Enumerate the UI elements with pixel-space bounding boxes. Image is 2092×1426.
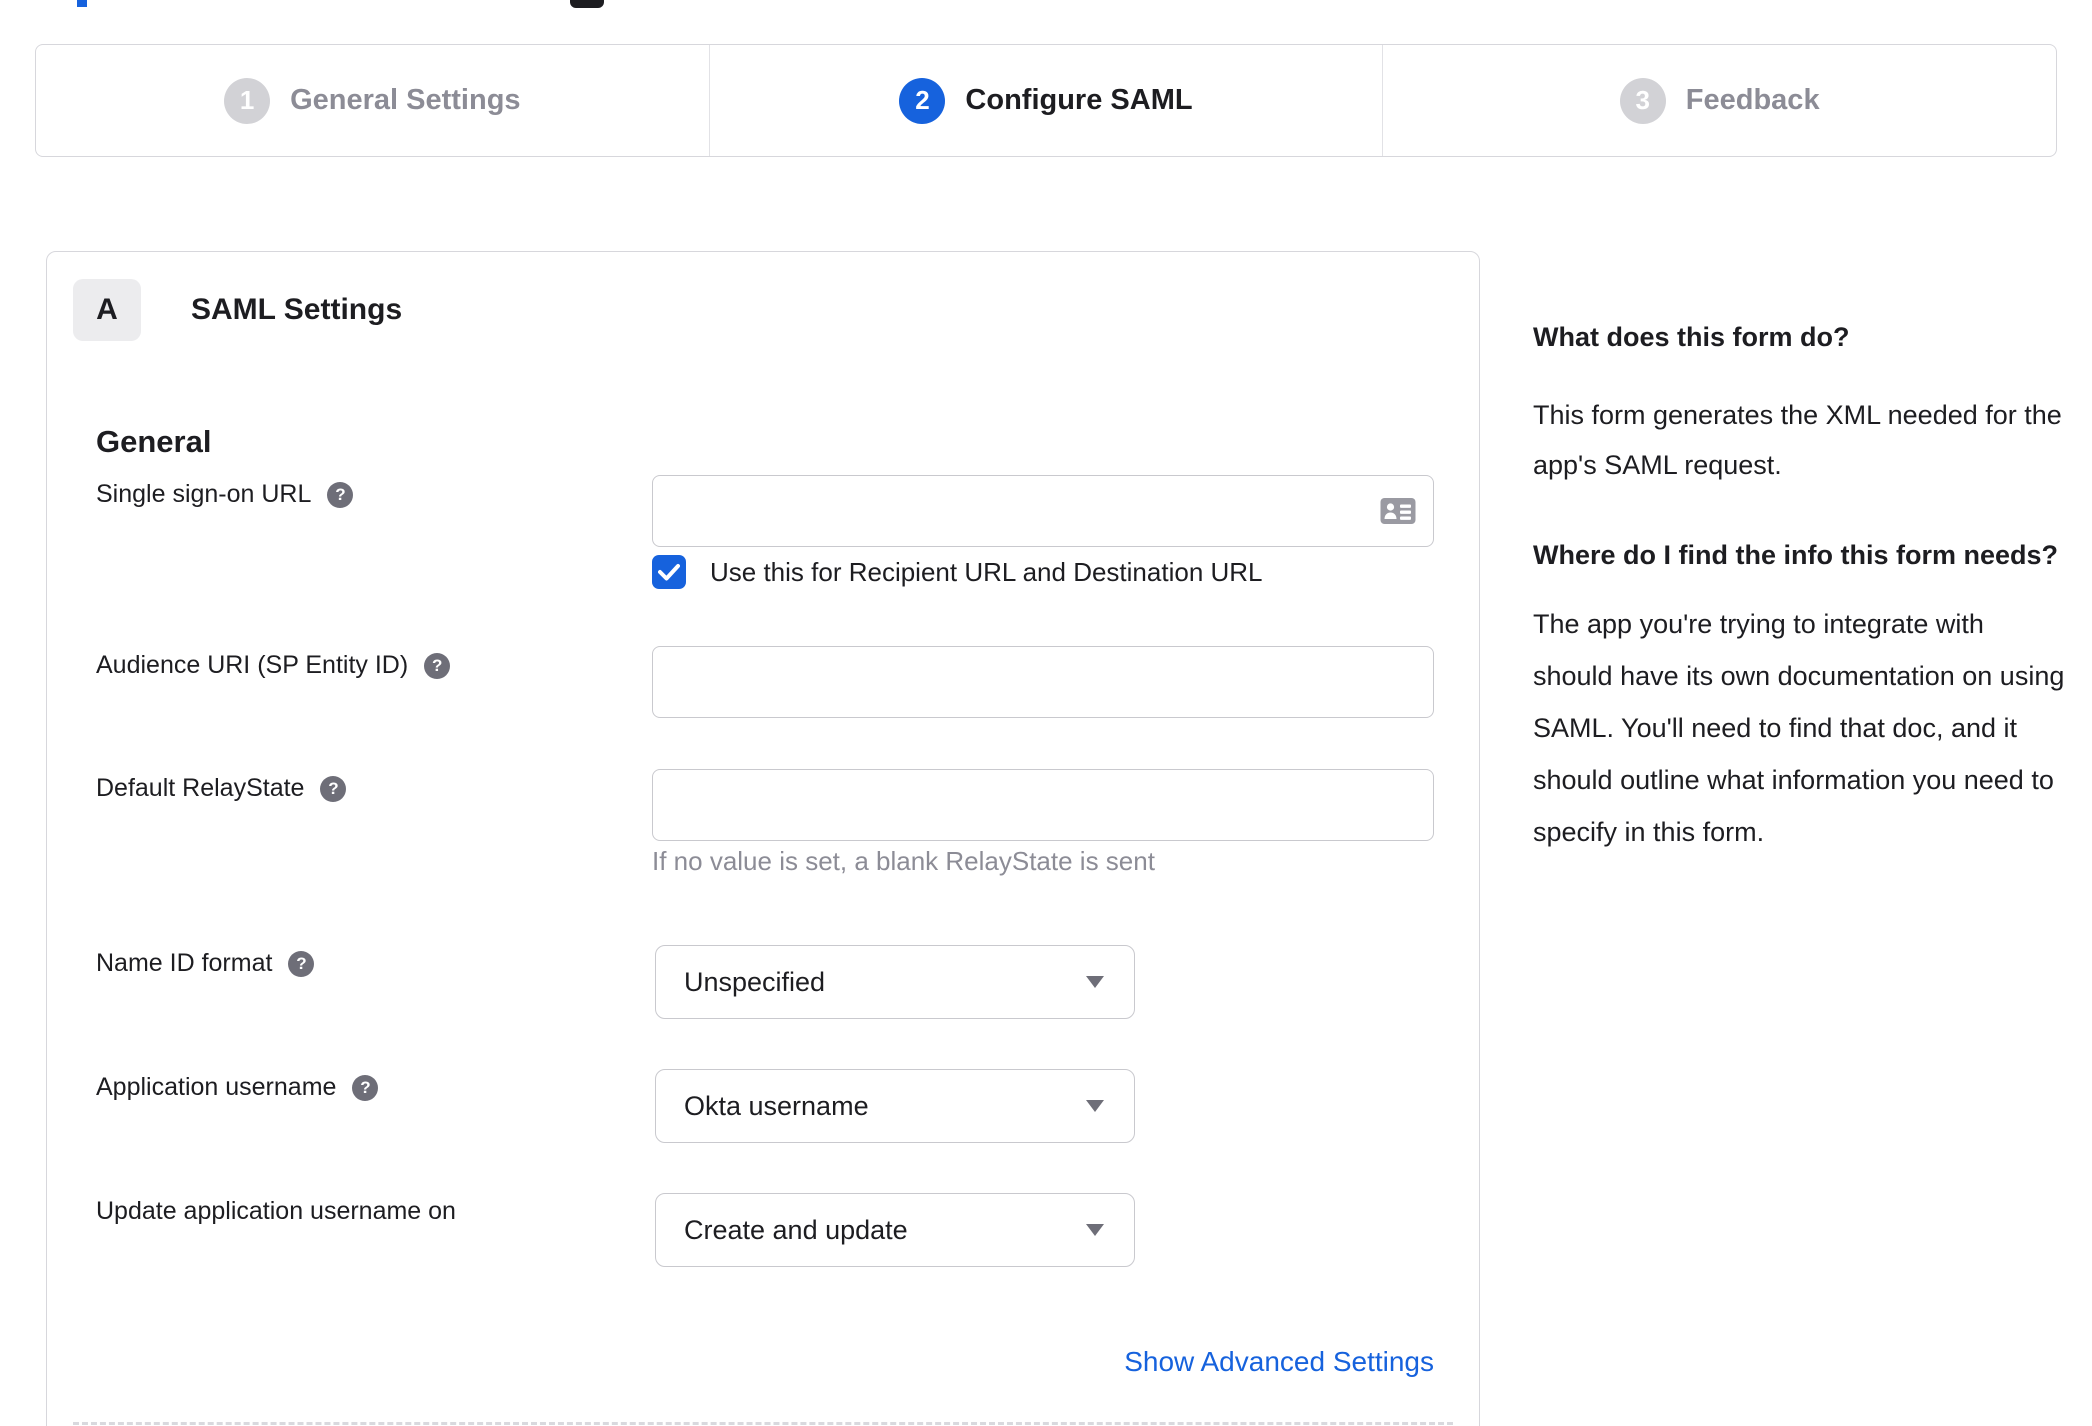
saml-settings-panel: A SAML Settings General Single sign-on U…: [46, 251, 1480, 1426]
step-2-number-badge: 2: [899, 77, 946, 124]
update-app-username-label: Update application username on: [96, 1197, 456, 1226]
section-a-badge: A: [73, 279, 141, 341]
default-relaystate-help-icon[interactable]: ?: [320, 775, 347, 802]
panel-header: A SAML Settings: [73, 279, 402, 341]
section-title: SAML Settings: [191, 293, 403, 326]
relaystate-hint: If no value is set, a blank RelayState i…: [652, 846, 1155, 876]
update-app-username-select[interactable]: Create and update: [655, 1193, 1135, 1267]
general-heading: General: [96, 424, 212, 459]
default-relaystate-label: Default RelayState ?: [96, 774, 347, 803]
dropdown-caret-icon: [1086, 1224, 1104, 1236]
step-1-number-badge: 1: [224, 77, 271, 124]
name-id-format-select[interactable]: Unspecified: [655, 945, 1135, 1019]
sidebar-heading-what: What does this form do?: [1533, 322, 1850, 352]
audience-uri-help-icon[interactable]: ?: [424, 652, 451, 679]
update-app-username-label-text: Update application username on: [96, 1197, 456, 1225]
address-card-icon: [1380, 498, 1416, 524]
step-feedback[interactable]: 3 Feedback: [1382, 45, 2056, 156]
name-id-format-label-text: Name ID format: [96, 949, 273, 977]
wizard-stepper: 1 General Settings 2 Configure SAML 3 Fe…: [35, 44, 2057, 157]
step-1-label: General Settings: [290, 84, 521, 116]
sso-url-input[interactable]: [652, 475, 1434, 547]
step-general-settings[interactable]: 1 General Settings: [36, 45, 709, 156]
recipient-url-checkbox-row: Use this for Recipient URL and Destinati…: [652, 555, 1263, 589]
name-id-format-label: Name ID format ?: [96, 949, 315, 978]
sidebar-body-where: The app you're trying to integrate with …: [1533, 609, 2065, 847]
header-fragment-blue: [77, 0, 87, 7]
dropdown-caret-icon: [1086, 976, 1104, 988]
audience-uri-label: Audience URI (SP Entity ID) ?: [96, 651, 451, 680]
application-username-select[interactable]: Okta username: [655, 1069, 1135, 1143]
name-id-format-value: Unspecified: [684, 966, 826, 997]
step-configure-saml[interactable]: 2 Configure SAML: [708, 45, 1383, 156]
recipient-url-checkbox-label: Use this for Recipient URL and Destinati…: [710, 556, 1263, 587]
application-username-help-icon[interactable]: ?: [352, 1074, 379, 1101]
header-fragment-dark: [570, 0, 604, 8]
application-username-label: Application username ?: [96, 1073, 379, 1102]
audience-uri-label-text: Audience URI (SP Entity ID): [96, 651, 409, 679]
show-advanced-settings-link[interactable]: Show Advanced Settings: [1124, 1346, 1434, 1378]
step-3-number-badge: 3: [1619, 77, 1666, 124]
default-relaystate-input[interactable]: [652, 769, 1434, 841]
sso-url-label-text: Single sign-on URL: [96, 480, 312, 508]
sso-url-help-icon[interactable]: ?: [327, 481, 354, 508]
section-dashed-divider: [73, 1422, 1453, 1425]
default-relaystate-label-text: Default RelayState: [96, 774, 305, 802]
sidebar-body-what: This form generates the XML needed for t…: [1533, 400, 2062, 480]
name-id-format-help-icon[interactable]: ?: [288, 950, 315, 977]
checkmark-icon: [658, 564, 680, 581]
configure-saml-page: 1 General Settings 2 Configure SAML 3 Fe…: [0, 0, 2092, 1426]
application-username-label-text: Application username: [96, 1073, 337, 1101]
step-3-label: Feedback: [1685, 84, 1820, 116]
sso-url-input-wrap: [652, 475, 1434, 547]
audience-uri-input[interactable]: [652, 646, 1434, 718]
dropdown-caret-icon: [1086, 1100, 1104, 1112]
step-2-label: Configure SAML: [965, 84, 1193, 116]
sso-url-label: Single sign-on URL ?: [96, 480, 354, 509]
sidebar-heading-where: Where do I find the info this form needs…: [1533, 540, 2058, 570]
recipient-url-checkbox[interactable]: [652, 555, 686, 589]
help-sidebar: What does this form do? This form genera…: [1533, 316, 2065, 858]
application-username-value: Okta username: [684, 1090, 869, 1121]
update-app-username-value: Create and update: [684, 1214, 908, 1245]
